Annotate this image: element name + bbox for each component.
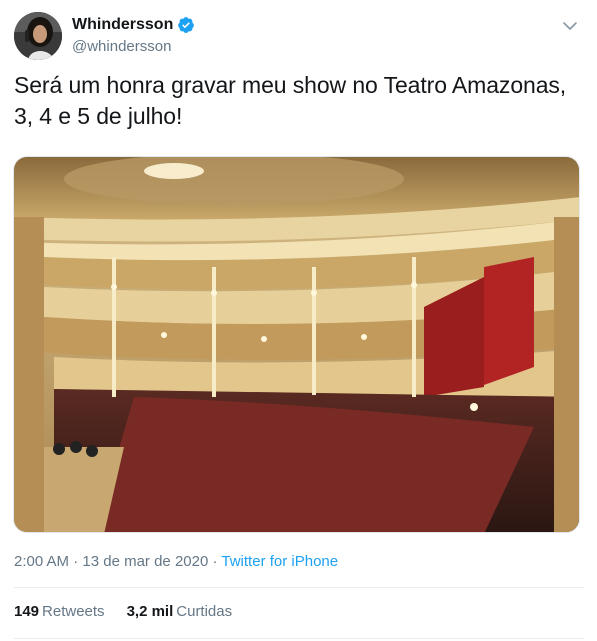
tweet-meta: 2:00 AM · 13 de mar de 2020 · Twitter fo… xyxy=(14,553,338,570)
display-name-row: Whindersson xyxy=(72,15,195,35)
tweet-source-link[interactable]: Twitter for iPhone xyxy=(221,553,338,570)
author-names: Whindersson @whindersson xyxy=(72,15,195,55)
verified-badge-icon xyxy=(178,17,195,33)
retweets-label: Retweets xyxy=(42,603,105,620)
tweet-date[interactable]: 13 de mar de 2020 xyxy=(82,553,208,570)
avatar[interactable] xyxy=(14,12,62,60)
tweet-time[interactable]: 2:00 AM xyxy=(14,553,69,570)
tweet-text: Será um honra gravar meu show no Teatro … xyxy=(14,72,567,129)
tweet-stats: 149 Retweets 3,2 mil Curtidas xyxy=(14,603,232,620)
divider-top xyxy=(14,587,584,588)
display-name[interactable]: Whindersson xyxy=(72,16,173,34)
tweet-header: Whindersson @whindersson xyxy=(14,12,584,60)
theater-photo-illustration xyxy=(14,157,579,532)
tweet-photo[interactable] xyxy=(13,156,580,533)
divider-bottom xyxy=(14,638,584,639)
retweets-stat[interactable]: 149 Retweets xyxy=(14,603,105,620)
meta-separator-2: · xyxy=(208,553,222,570)
likes-stat[interactable]: 3,2 mil Curtidas xyxy=(127,603,233,620)
tweet-card: Whindersson @whindersson Será um honra g… xyxy=(0,0,597,641)
author-handle[interactable]: @whindersson xyxy=(72,38,195,55)
likes-count: 3,2 mil xyxy=(126,603,174,620)
likes-label: Curtidas xyxy=(176,603,233,620)
chevron-down-icon[interactable] xyxy=(560,16,580,36)
meta-separator: · xyxy=(69,553,83,570)
retweets-count: 149 xyxy=(14,603,40,620)
